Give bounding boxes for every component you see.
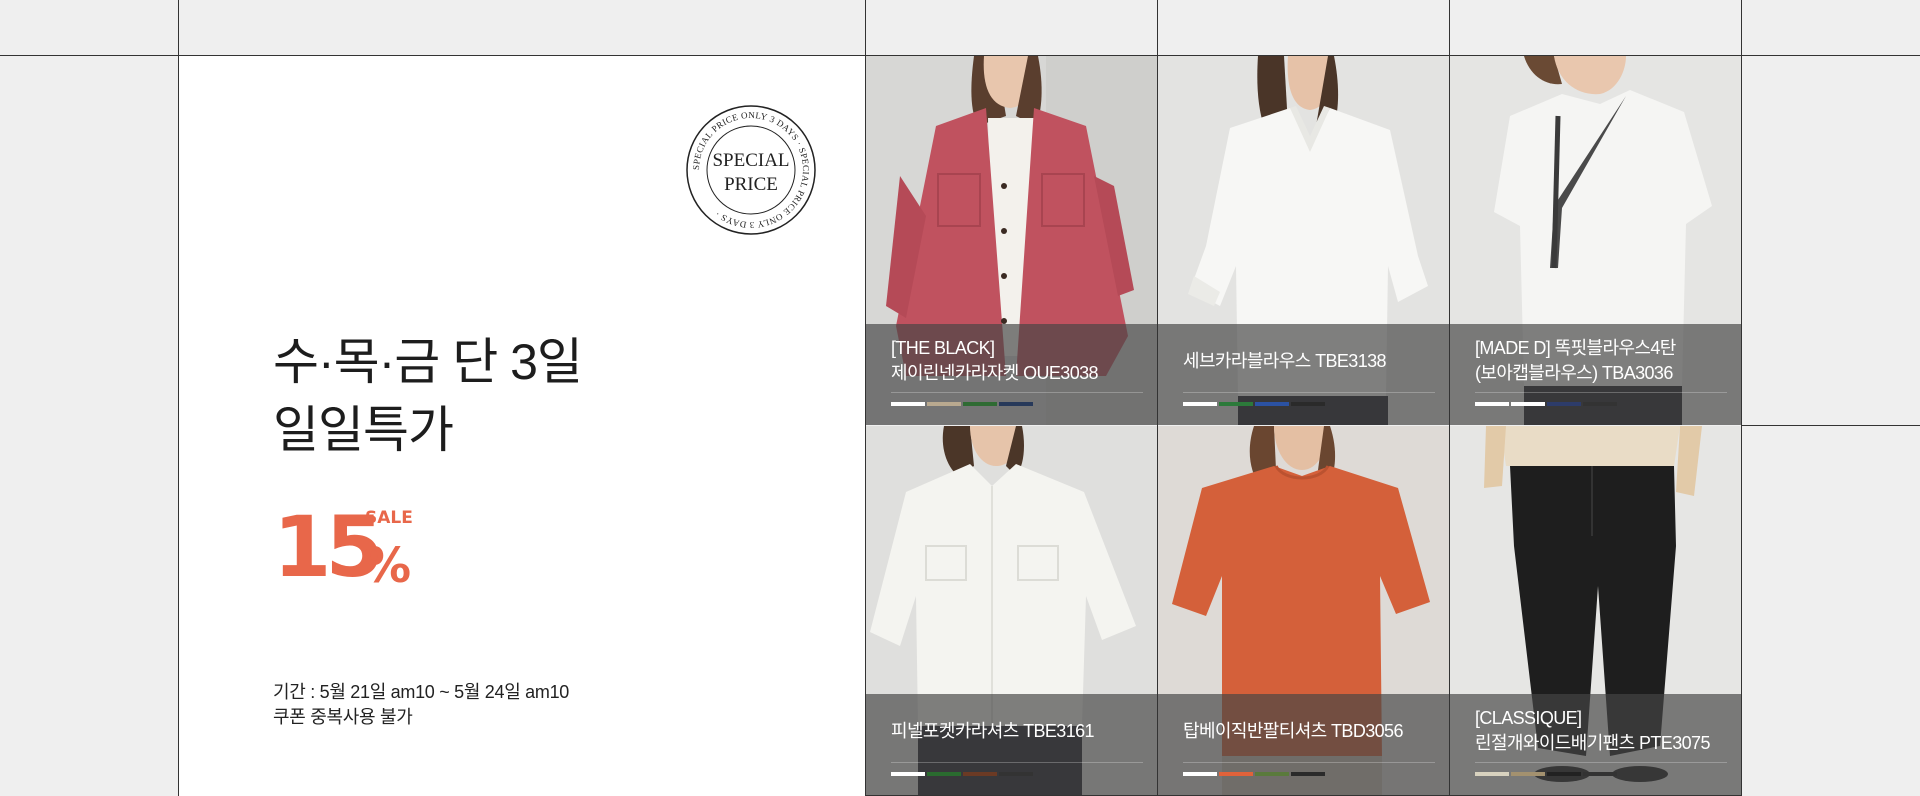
discount-percent: % bbox=[363, 538, 412, 594]
coupon-notice: 쿠폰 중복사용 불가 bbox=[273, 707, 413, 727]
period-dates: 기간 : 5월 21일 am10 ~ 5월 24일 am10 bbox=[273, 682, 569, 702]
color-swatch bbox=[1183, 772, 1217, 776]
product-card-4[interactable]: 피넬포켓카라셔츠 TBE3161 bbox=[866, 426, 1157, 795]
color-swatch bbox=[963, 402, 997, 406]
color-swatch bbox=[1475, 402, 1509, 406]
product-info-overlay: 탑베이직반팔티셔츠 TBD3056 bbox=[1158, 694, 1449, 795]
product-info-overlay: 피넬포켓카라셔츠 TBE3161 bbox=[866, 694, 1157, 795]
product-title: 세브카라블라우스 TBE3138 bbox=[1183, 335, 1431, 387]
color-swatches bbox=[891, 402, 1035, 406]
grid-line-5 bbox=[1741, 0, 1742, 796]
color-swatch bbox=[1583, 772, 1617, 776]
product-title: [THE BLACK] 제이린넨카라자켓 OUE3038 bbox=[891, 335, 1139, 387]
color-swatch bbox=[927, 772, 961, 776]
product-title-line-2: 제이린넨카라자켓 OUE3038 bbox=[891, 363, 1099, 383]
color-swatches bbox=[1475, 402, 1619, 406]
divider bbox=[1183, 392, 1435, 393]
color-swatch bbox=[1475, 772, 1509, 776]
color-swatches bbox=[891, 772, 1035, 776]
color-swatch bbox=[927, 402, 961, 406]
headline-line-2: 일일특가 bbox=[273, 402, 454, 458]
color-swatch bbox=[1255, 772, 1289, 776]
promo-period: 기간 : 5월 21일 am10 ~ 5월 24일 am10 쿠폰 중복사용 불… bbox=[273, 680, 569, 730]
sale-label: SALE bbox=[365, 508, 413, 528]
product-info-overlay: [THE BLACK] 제이린넨카라자켓 OUE3038 bbox=[866, 324, 1157, 425]
color-swatch bbox=[1547, 402, 1581, 406]
product-card-3[interactable]: [MADE D] 똑핏블라우스4탄 (보아캡블라우스) TBA3036 bbox=[1450, 56, 1741, 425]
product-title-line-1: [CLASSIQUE] bbox=[1475, 708, 1582, 728]
color-swatch bbox=[1291, 402, 1325, 406]
color-swatch bbox=[1219, 402, 1253, 406]
product-info-overlay: [CLASSIQUE] 린절개와이드배기팬츠 PTE3075 bbox=[1450, 694, 1741, 795]
color-swatch bbox=[1255, 402, 1289, 406]
product-title-line-2: 탑베이직반팔티셔츠 TBD3056 bbox=[1183, 720, 1403, 741]
product-title-line-2: 린절개와이드배기팬츠 PTE3075 bbox=[1475, 733, 1710, 753]
product-title: [MADE D] 똑핏블라우스4탄 (보아캡블라우스) TBA3036 bbox=[1475, 335, 1723, 387]
color-swatch bbox=[999, 402, 1033, 406]
product-title: 피넬포켓카라셔츠 TBE3161 bbox=[891, 705, 1139, 757]
product-card-6[interactable]: [CLASSIQUE] 린절개와이드배기팬츠 PTE3075 bbox=[1450, 426, 1741, 795]
grid-line-middle bbox=[1742, 425, 1920, 426]
stamp-line-1: SPECIAL bbox=[712, 150, 789, 171]
product-title-line-2: 세브카라블라우스 TBE3138 bbox=[1183, 350, 1387, 371]
color-swatch bbox=[1291, 772, 1325, 776]
product-title-line-2: 피넬포켓카라셔츠 TBE3161 bbox=[891, 720, 1095, 741]
promo-headline: 수·목·금 단 3일 일일특가 bbox=[273, 328, 583, 464]
product-card-1[interactable]: [THE BLACK] 제이린넨카라자켓 OUE3038 bbox=[866, 56, 1157, 425]
color-swatch bbox=[1183, 402, 1217, 406]
color-swatch bbox=[1219, 772, 1253, 776]
divider bbox=[891, 762, 1143, 763]
color-swatch bbox=[1511, 402, 1545, 406]
product-title-line-1: [MADE D] 똑핏블라우스4탄 bbox=[1475, 338, 1676, 358]
stamp-line-2: PRICE bbox=[724, 174, 778, 195]
product-title: 탑베이직반팔티셔츠 TBD3056 bbox=[1183, 705, 1431, 757]
divider bbox=[1475, 762, 1727, 763]
product-card-2[interactable]: 세브카라블라우스 TBE3138 bbox=[1158, 56, 1449, 425]
product-card-5[interactable]: 탑베이직반팔티셔츠 TBD3056 bbox=[1158, 426, 1449, 795]
color-swatch bbox=[1511, 772, 1545, 776]
color-swatch bbox=[999, 772, 1033, 776]
product-title-line-2: (보아캡블라우스) TBA3036 bbox=[1475, 363, 1673, 383]
product-title-line-1: [THE BLACK] bbox=[891, 338, 995, 358]
special-price-stamp: SPECIAL PRICE ONLY 3 DAYS · SPECIAL PRIC… bbox=[686, 105, 816, 235]
promo-panel: SPECIAL PRICE ONLY 3 DAYS · SPECIAL PRIC… bbox=[179, 56, 865, 796]
color-swatch bbox=[963, 772, 997, 776]
headline-line-1: 수·목·금 단 3일 bbox=[273, 334, 583, 390]
discount-badge: 15 SALE % bbox=[273, 502, 433, 592]
color-swatch bbox=[1547, 772, 1581, 776]
color-swatches bbox=[1183, 402, 1327, 406]
color-swatches bbox=[1183, 772, 1327, 776]
divider bbox=[891, 392, 1143, 393]
product-info-overlay: [MADE D] 똑핏블라우스4탄 (보아캡블라우스) TBA3036 bbox=[1450, 324, 1741, 425]
color-swatch bbox=[891, 402, 925, 406]
divider bbox=[1475, 392, 1727, 393]
color-swatch bbox=[1583, 402, 1617, 406]
product-title: [CLASSIQUE] 린절개와이드배기팬츠 PTE3075 bbox=[1475, 705, 1723, 757]
divider bbox=[1183, 762, 1435, 763]
product-info-overlay: 세브카라블라우스 TBE3138 bbox=[1158, 324, 1449, 425]
color-swatches bbox=[1475, 772, 1619, 776]
color-swatch bbox=[891, 772, 925, 776]
